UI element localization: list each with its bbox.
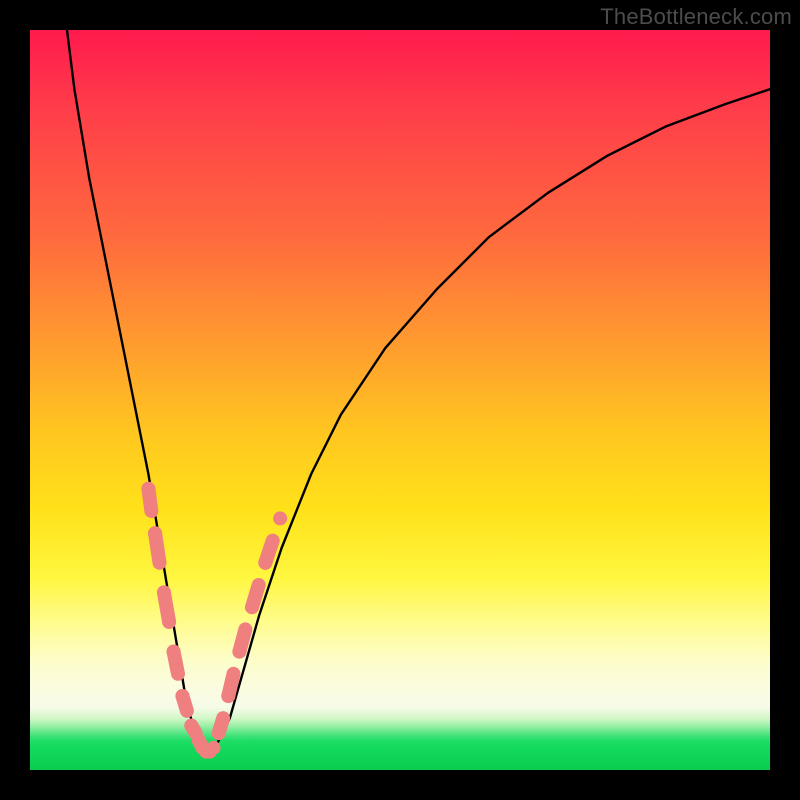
- marker-dot: [148, 526, 162, 540]
- marker-dot: [207, 741, 221, 755]
- marker-dot: [184, 719, 198, 733]
- watermark-text: TheBottleneck.com: [600, 4, 792, 30]
- marker-dot: [212, 726, 226, 740]
- marker-layer: [141, 482, 287, 759]
- chart-frame: TheBottleneck.com: [0, 0, 800, 800]
- marker-dot: [273, 511, 287, 525]
- marker-dot: [175, 689, 189, 703]
- marker-dot: [141, 482, 155, 496]
- marker-dot: [232, 645, 246, 659]
- marker-dot: [258, 556, 272, 570]
- plot-area: [30, 30, 770, 770]
- marker-dot: [245, 600, 259, 614]
- marker-dot: [221, 689, 235, 703]
- chart-svg: [30, 30, 770, 770]
- marker-dot: [157, 585, 171, 599]
- marker-dot: [167, 645, 181, 659]
